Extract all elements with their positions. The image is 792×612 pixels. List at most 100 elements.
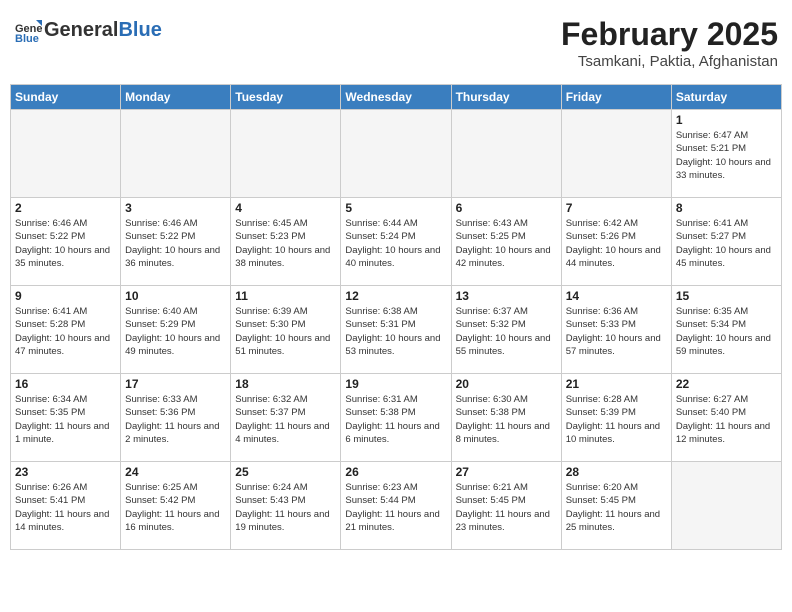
location-subtitle: Tsamkani, Paktia, Afghanistan xyxy=(561,53,778,70)
calendar-cell xyxy=(561,110,671,198)
day-number: 15 xyxy=(676,289,777,303)
day-number: 1 xyxy=(676,113,777,127)
day-number: 18 xyxy=(235,377,336,391)
calendar-cell: 4 Sunrise: 6:45 AMSunset: 5:23 PMDaylight… xyxy=(231,198,341,286)
calendar-cell: 23 Sunrise: 6:26 AMSunset: 5:41 PMDayligh… xyxy=(11,462,121,550)
day-info: Sunrise: 6:39 AMSunset: 5:30 PMDaylight:… xyxy=(235,305,336,358)
day-info: Sunrise: 6:26 AMSunset: 5:41 PMDaylight:… xyxy=(15,481,116,534)
day-info: Sunrise: 6:37 AMSunset: 5:32 PMDaylight:… xyxy=(456,305,557,358)
calendar-week-row-2: 2 Sunrise: 6:46 AMSunset: 5:22 PMDaylight… xyxy=(11,198,782,286)
calendar-week-row-1: 1Sunrise: 6:47 AMSunset: 5:21 PMDaylight… xyxy=(11,110,782,198)
day-number: 9 xyxy=(15,289,116,303)
weekday-header-friday: Friday xyxy=(561,85,671,110)
calendar-cell: 28 Sunrise: 6:20 AMSunset: 5:45 PMDayligh… xyxy=(561,462,671,550)
calendar-cell: 27 Sunrise: 6:21 AMSunset: 5:45 PMDayligh… xyxy=(451,462,561,550)
calendar-week-row-4: 16Sunrise: 6:34 AMSunset: 5:35 PMDayligh… xyxy=(11,374,782,462)
calendar-cell: 21 Sunrise: 6:28 AMSunset: 5:39 PMDayligh… xyxy=(561,374,671,462)
calendar-cell: 11 Sunrise: 6:39 AMSunset: 5:30 PMDayligh… xyxy=(231,286,341,374)
calendar-cell: 18 Sunrise: 6:32 AMSunset: 5:37 PMDayligh… xyxy=(231,374,341,462)
day-number: 24 xyxy=(125,465,226,479)
day-number: 14 xyxy=(566,289,667,303)
day-number: 19 xyxy=(345,377,446,391)
day-number: 27 xyxy=(456,465,557,479)
day-info: Sunrise: 6:34 AMSunset: 5:35 PMDaylight:… xyxy=(15,393,116,446)
day-number: 7 xyxy=(566,201,667,215)
calendar-cell xyxy=(231,110,341,198)
weekday-header-monday: Monday xyxy=(121,85,231,110)
day-info: Sunrise: 6:23 AMSunset: 5:44 PMDaylight:… xyxy=(345,481,446,534)
calendar-cell: 8Sunrise: 6:41 AMSunset: 5:27 PMDaylight… xyxy=(671,198,781,286)
weekday-header-sunday: Sunday xyxy=(11,85,121,110)
calendar-header-row: SundayMondayTuesdayWednesdayThursdayFrid… xyxy=(11,85,782,110)
calendar-cell xyxy=(341,110,451,198)
calendar-cell xyxy=(671,462,781,550)
calendar-cell: 14 Sunrise: 6:36 AMSunset: 5:33 PMDayligh… xyxy=(561,286,671,374)
day-info: Sunrise: 6:42 AMSunset: 5:26 PMDaylight:… xyxy=(566,217,667,270)
calendar-cell: 26 Sunrise: 6:23 AMSunset: 5:44 PMDayligh… xyxy=(341,462,451,550)
day-number: 6 xyxy=(456,201,557,215)
day-info: Sunrise: 6:21 AMSunset: 5:45 PMDaylight:… xyxy=(456,481,557,534)
day-info: Sunrise: 6:44 AMSunset: 5:24 PMDaylight:… xyxy=(345,217,446,270)
calendar-cell: 13Sunrise: 6:37 AMSunset: 5:32 PMDayligh… xyxy=(451,286,561,374)
day-info: Sunrise: 6:32 AMSunset: 5:37 PMDaylight:… xyxy=(235,393,336,446)
day-info: Sunrise: 6:27 AMSunset: 5:40 PMDaylight:… xyxy=(676,393,777,446)
calendar-week-row-5: 23 Sunrise: 6:26 AMSunset: 5:41 PMDayligh… xyxy=(11,462,782,550)
day-number: 23 xyxy=(15,465,116,479)
weekday-header-wednesday: Wednesday xyxy=(341,85,451,110)
day-info: Sunrise: 6:25 AMSunset: 5:42 PMDaylight:… xyxy=(125,481,226,534)
day-info: Sunrise: 6:30 AMSunset: 5:38 PMDaylight:… xyxy=(456,393,557,446)
day-number: 21 xyxy=(566,377,667,391)
day-number: 25 xyxy=(235,465,336,479)
day-number: 11 xyxy=(235,289,336,303)
day-info: Sunrise: 6:36 AMSunset: 5:33 PMDaylight:… xyxy=(566,305,667,358)
calendar-cell xyxy=(121,110,231,198)
day-number: 26 xyxy=(345,465,446,479)
day-number: 17 xyxy=(125,377,226,391)
calendar-cell: 16Sunrise: 6:34 AMSunset: 5:35 PMDayligh… xyxy=(11,374,121,462)
calendar-cell: 1Sunrise: 6:47 AMSunset: 5:21 PMDaylight… xyxy=(671,110,781,198)
day-number: 12 xyxy=(345,289,446,303)
calendar-cell: 19 Sunrise: 6:31 AMSunset: 5:38 PMDayligh… xyxy=(341,374,451,462)
day-info: Sunrise: 6:43 AMSunset: 5:25 PMDaylight:… xyxy=(456,217,557,270)
day-info: Sunrise: 6:46 AMSunset: 5:22 PMDaylight:… xyxy=(15,217,116,270)
logo-general-text: General xyxy=(44,19,118,41)
calendar-cell: 9 Sunrise: 6:41 AMSunset: 5:28 PMDaylight… xyxy=(11,286,121,374)
calendar-cell: 2 Sunrise: 6:46 AMSunset: 5:22 PMDaylight… xyxy=(11,198,121,286)
weekday-header-saturday: Saturday xyxy=(671,85,781,110)
day-info: Sunrise: 6:41 AMSunset: 5:28 PMDaylight:… xyxy=(15,305,116,358)
day-info: Sunrise: 6:46 AMSunset: 5:22 PMDaylight:… xyxy=(125,217,226,270)
calendar-cell: 15Sunrise: 6:35 AMSunset: 5:34 PMDayligh… xyxy=(671,286,781,374)
calendar-cell: 17 Sunrise: 6:33 AMSunset: 5:36 PMDayligh… xyxy=(121,374,231,462)
logo-blue-text: Blue xyxy=(118,19,161,41)
logo-icon: General Blue xyxy=(14,16,42,44)
day-number: 3 xyxy=(125,201,226,215)
calendar-cell: 10 Sunrise: 6:40 AMSunset: 5:29 PMDayligh… xyxy=(121,286,231,374)
day-number: 28 xyxy=(566,465,667,479)
day-number: 8 xyxy=(676,201,777,215)
calendar-cell: 20 Sunrise: 6:30 AMSunset: 5:38 PMDayligh… xyxy=(451,374,561,462)
day-number: 20 xyxy=(456,377,557,391)
day-number: 4 xyxy=(235,201,336,215)
day-info: Sunrise: 6:45 AMSunset: 5:23 PMDaylight:… xyxy=(235,217,336,270)
day-info: Sunrise: 6:40 AMSunset: 5:29 PMDaylight:… xyxy=(125,305,226,358)
calendar-cell: 25 Sunrise: 6:24 AMSunset: 5:43 PMDayligh… xyxy=(231,462,341,550)
calendar-cell: 12 Sunrise: 6:38 AMSunset: 5:31 PMDayligh… xyxy=(341,286,451,374)
day-info: Sunrise: 6:31 AMSunset: 5:38 PMDaylight:… xyxy=(345,393,446,446)
logo: General Blue GeneralBlue xyxy=(14,16,162,44)
day-info: Sunrise: 6:28 AMSunset: 5:39 PMDaylight:… xyxy=(566,393,667,446)
page-header: General Blue GeneralBlue February 2025 T… xyxy=(10,10,782,76)
day-number: 10 xyxy=(125,289,226,303)
weekday-header-thursday: Thursday xyxy=(451,85,561,110)
day-info: Sunrise: 6:38 AMSunset: 5:31 PMDaylight:… xyxy=(345,305,446,358)
calendar-cell: 7 Sunrise: 6:42 AMSunset: 5:26 PMDaylight… xyxy=(561,198,671,286)
calendar-cell xyxy=(451,110,561,198)
day-info: Sunrise: 6:20 AMSunset: 5:45 PMDaylight:… xyxy=(566,481,667,534)
day-info: Sunrise: 6:33 AMSunset: 5:36 PMDaylight:… xyxy=(125,393,226,446)
calendar-cell: 3 Sunrise: 6:46 AMSunset: 5:22 PMDaylight… xyxy=(121,198,231,286)
title-block: February 2025 Tsamkani, Paktia, Afghanis… xyxy=(561,16,778,70)
day-number: 22 xyxy=(676,377,777,391)
weekday-header-tuesday: Tuesday xyxy=(231,85,341,110)
day-number: 2 xyxy=(15,201,116,215)
svg-text:Blue: Blue xyxy=(15,33,39,44)
day-info: Sunrise: 6:24 AMSunset: 5:43 PMDaylight:… xyxy=(235,481,336,534)
